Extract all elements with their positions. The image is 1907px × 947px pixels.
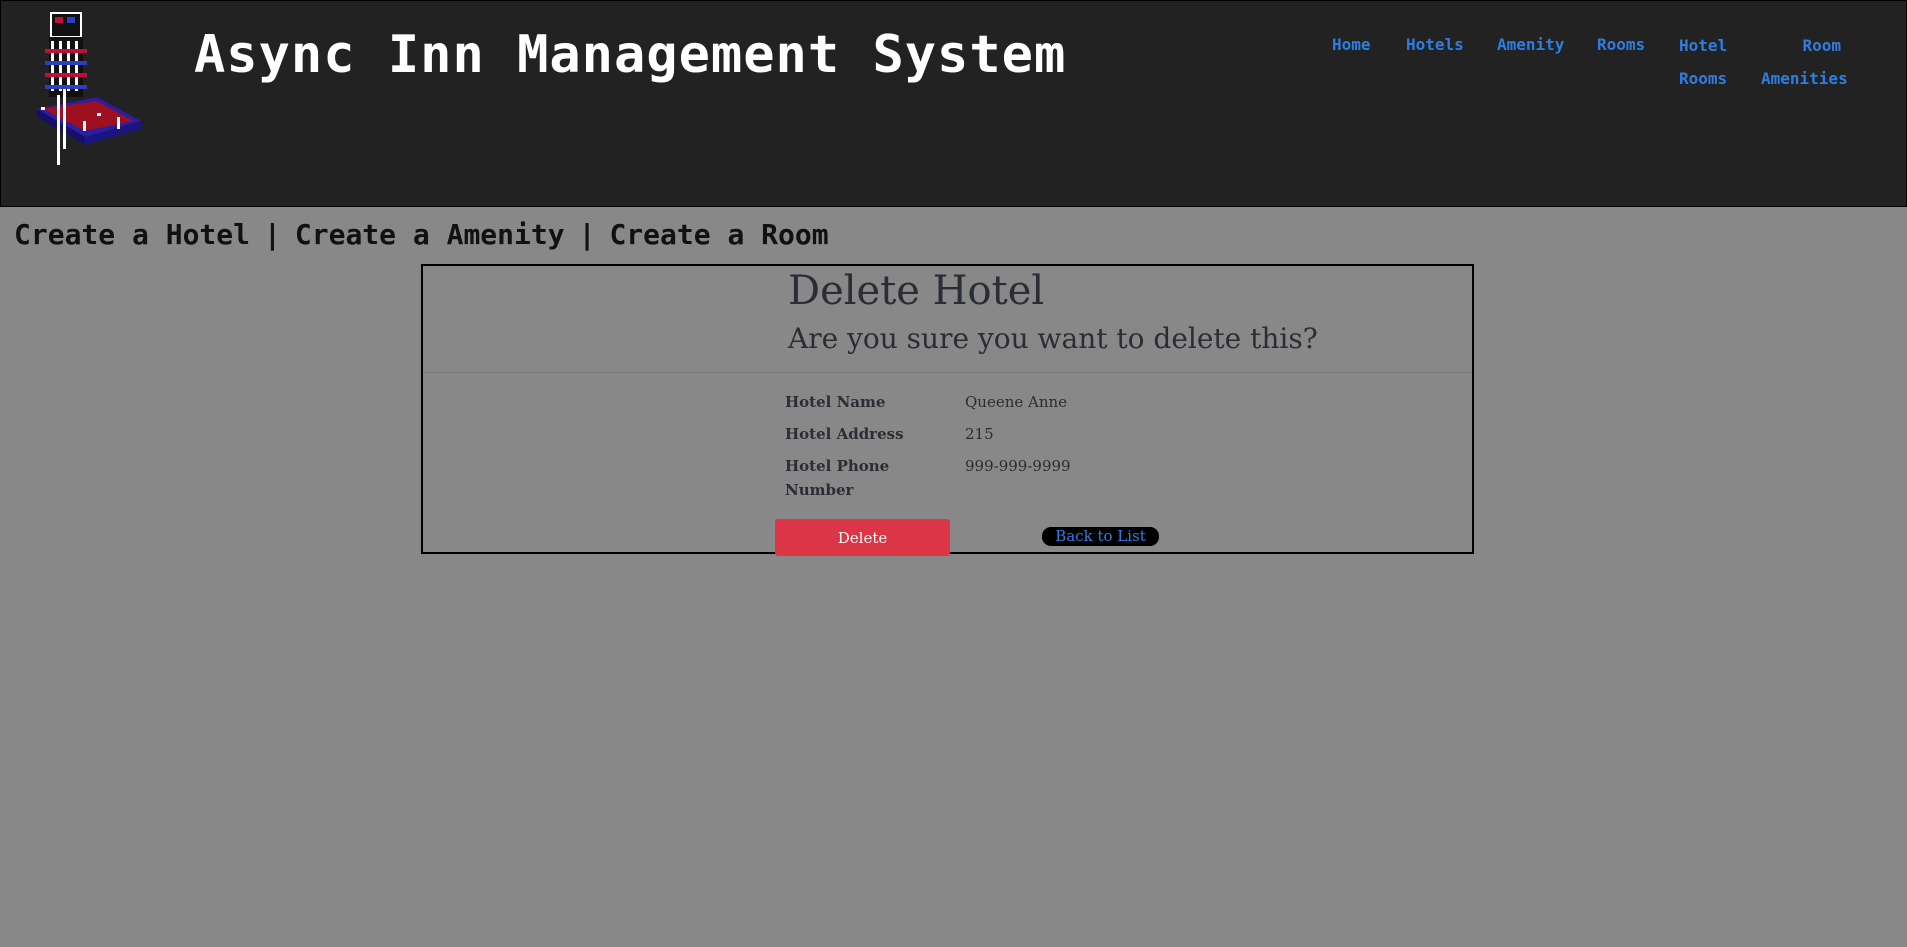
- delete-button[interactable]: Delete: [775, 519, 950, 556]
- hotel-phone-label: Hotel Phone Number: [785, 457, 890, 499]
- page: Async Inn Management System Home Hotels …: [0, 0, 1907, 947]
- nav-amenity[interactable]: Amenity: [1497, 35, 1564, 54]
- confirmation-question: Are you sure you want to delete this?: [788, 322, 1318, 355]
- nav-home[interactable]: Home: [1332, 35, 1371, 54]
- create-room-link[interactable]: Create a Room: [609, 218, 828, 251]
- nav-room-amenities[interactable]: Room Amenities: [1761, 29, 1848, 95]
- site-title: Async Inn Management System: [194, 25, 1067, 85]
- hotel-name-value: Queene Anne: [965, 393, 1068, 411]
- create-amenity-link[interactable]: Create a Amenity: [295, 218, 565, 251]
- hotel-name-label: Hotel Name: [785, 393, 886, 411]
- header-divider: [423, 372, 1472, 373]
- nav-room-amenities-line1: Room: [1802, 36, 1841, 55]
- hotel-tower-logo: [37, 12, 141, 165]
- page-title: Delete Hotel: [788, 268, 1045, 314]
- nav-hotel-rooms[interactable]: Hotel Rooms: [1679, 29, 1727, 95]
- hotel-address-value: 215: [965, 425, 994, 443]
- create-hotel-link[interactable]: Create a Hotel: [14, 218, 250, 251]
- site-header: Async Inn Management System Home Hotels …: [0, 0, 1907, 207]
- nav-hotel-rooms-line2: Rooms: [1679, 69, 1728, 88]
- nav-hotel-rooms-line1: Hotel: [1679, 36, 1728, 55]
- delete-hotel-card: Delete Hotel Are you sure you want to de…: [421, 264, 1474, 556]
- nav-rooms[interactable]: Rooms: [1597, 35, 1645, 54]
- hotel-address-label: Hotel Address: [785, 425, 904, 443]
- hotel-phone-value: 999-999-9999: [965, 457, 1071, 475]
- back-to-list-link[interactable]: Back to List: [1042, 527, 1159, 546]
- nav-room-amenities-line2: Amenities: [1761, 69, 1848, 88]
- separator: |: [264, 218, 281, 251]
- separator: |: [578, 218, 596, 251]
- nav-hotels[interactable]: Hotels: [1406, 35, 1464, 54]
- create-links-bar: Create a Hotel | Create a Amenity | Create a…: [14, 218, 829, 251]
